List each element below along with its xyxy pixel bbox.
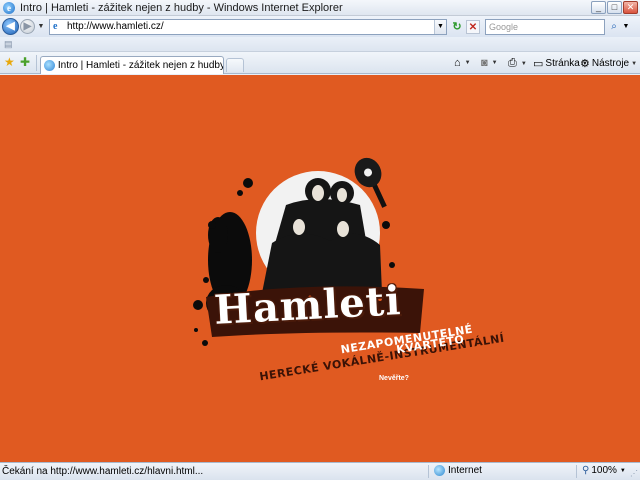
favorites-star-icon[interactable]: ★ [4,56,15,68]
status-text: Čekání na http://www.hamleti.cz/hlavni.h… [2,466,204,477]
feeds-button[interactable]: ◙ ▼ [481,57,498,69]
address-bar[interactable]: e http://www.hamleti.cz/ ▼ [49,18,447,35]
zone-label: Internet [448,465,482,476]
links-bar: ▤ [0,37,640,52]
security-zone[interactable]: Internet [434,465,482,476]
navigation-bar: ◀ ▶ ▼ e http://www.hamleti.cz/ ▼ ↻ ✕ Goo… [0,16,640,37]
window-title: Intro | Hamleti - zážitek nejen z hudby … [20,1,343,14]
zoom-icon: ⚲ [582,465,590,476]
print-button[interactable]: ⎙ ▼ [508,57,527,70]
zoom-level: 100% [591,465,617,476]
stop-button[interactable]: ✕ [466,19,480,34]
tab-bar: ★ ✚ Intro | Hamleti - zážitek nejen z hu… [0,52,640,74]
rss-icon: ◙ [481,57,488,69]
maximize-button[interactable]: □ [607,1,622,14]
band-artwork-graphic [193,157,424,346]
tab-label: Intro | Hamleti - zážitek nejen z hudby [57,60,223,71]
zoom-control[interactable]: ⚲ 100% ▼ [582,465,626,476]
tab-page-icon [44,60,55,71]
printer-icon: ⎙ [508,57,517,69]
back-button[interactable]: ◀ [2,18,19,35]
minimize-button[interactable]: _ [591,1,606,14]
home-icon: ⌂ [454,57,461,69]
tab-active[interactable]: Intro | Hamleti - zážitek nejen z hudby [40,56,224,74]
tools-menu-label: Nástroje [591,58,630,69]
gear-icon: ⚙ [580,58,590,70]
tools-menu-button[interactable]: ⚙ Nástroje ▼ [580,57,637,70]
window-controls: _ □ ✕ [591,1,638,14]
globe-icon [434,465,445,476]
refresh-button[interactable]: ↻ [450,20,464,34]
status-separator [576,465,577,478]
new-tab-button[interactable] [226,58,244,72]
title-bar: e Intro | Hamleti - zážitek nejen z hudb… [0,0,640,16]
page-content: Hamleti NEZAPOMENUTELNÉ HERECKÉ VOKÁLNĚ-… [0,75,640,462]
status-separator [428,465,429,478]
forward-button[interactable]: ▶ [20,19,35,34]
search-input[interactable]: Google [485,18,605,35]
url-text[interactable]: http://www.hamleti.cz/ [67,21,164,32]
status-bar: Čekání na http://www.hamleti.cz/hlavni.h… [0,462,640,480]
page-icon: e [53,21,58,32]
add-favorites-icon[interactable]: ✚ [20,56,30,68]
enter-link[interactable]: Nevěřte? [379,375,409,382]
search-icon[interactable]: ⌕ [607,20,621,34]
page-menu-label: Stránka [545,58,580,69]
ie-logo-icon: e [3,1,15,14]
home-button[interactable]: ⌂ ▼ [454,57,471,69]
resize-grip-icon[interactable]: ⋰ [630,470,638,478]
band-name-logo: Hamleti [212,277,403,334]
search-options-dropdown[interactable]: ▼ [622,23,630,30]
recent-pages-dropdown[interactable]: ▼ [37,23,45,30]
close-button[interactable]: ✕ [623,1,638,14]
address-dropdown-icon[interactable]: ▼ [434,19,446,34]
band-logo: Hamleti NEZAPOMENUTELNÉ HERECKÉ VOKÁLNĚ-… [0,75,640,462]
page-icon: ▭ [533,58,544,70]
tab-separator [36,55,37,71]
links-icon[interactable]: ▤ [4,39,16,50]
